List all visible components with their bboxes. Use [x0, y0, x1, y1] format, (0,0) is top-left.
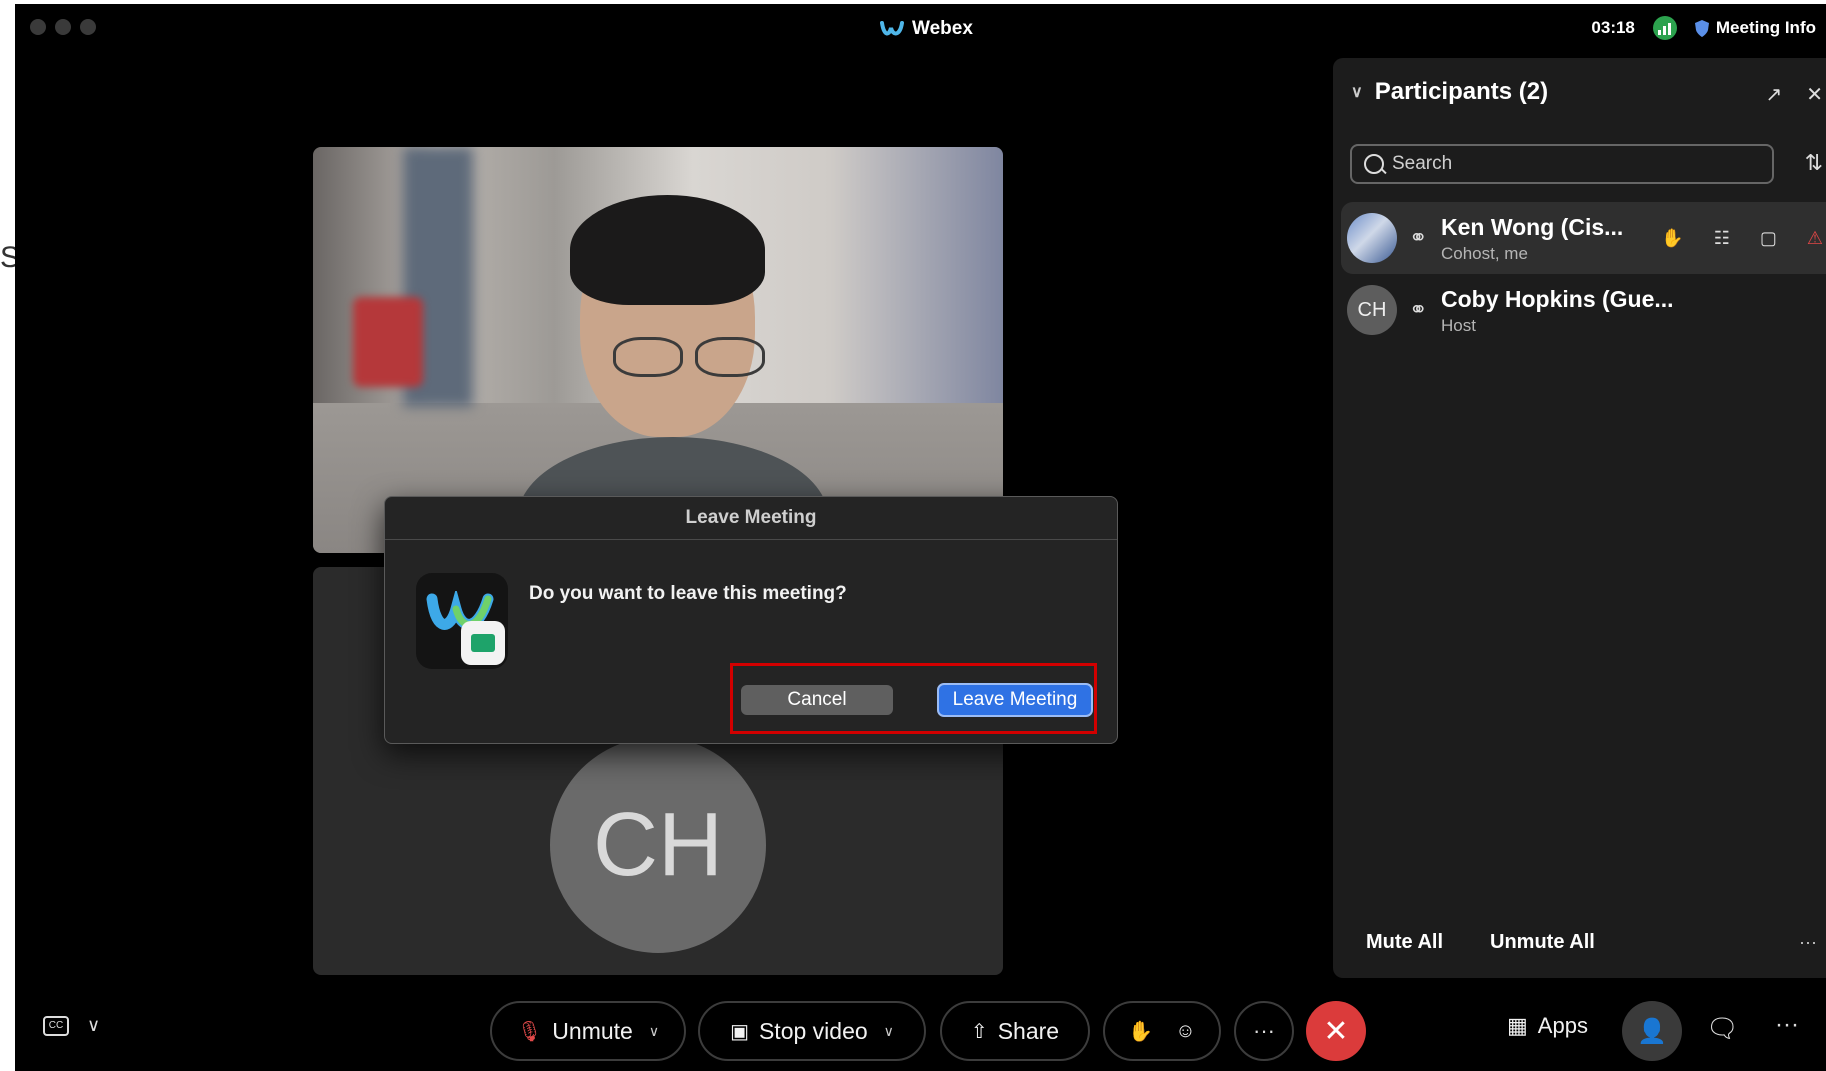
avatar	[1347, 213, 1397, 263]
person-list-icon: 👤	[1637, 1017, 1667, 1045]
window-title: Webex	[880, 18, 973, 40]
microphone-muted-icon: 🎙	[516, 1020, 543, 1043]
avatar: CH	[550, 737, 766, 953]
meeting-timer: 03:18	[1591, 18, 1635, 37]
captions-control[interactable]: CC ∨	[43, 1015, 100, 1036]
panel-actions: ↗ ✕	[1765, 82, 1823, 107]
video-camera-icon	[461, 621, 505, 665]
video-camera-icon[interactable]: ▢	[1760, 228, 1777, 249]
participant-role: Cohost, me	[1441, 244, 1528, 263]
search-icon	[1364, 154, 1384, 174]
stop-video-label: Stop video	[758, 1017, 868, 1044]
apps-grid-icon: ▦	[1507, 1013, 1528, 1038]
headset-icon: ⚭	[1409, 225, 1428, 250]
participants-panel: ∨ Participants (2) ↗ ✕ Search ⇅ ⚭ Ken Wo…	[1333, 58, 1826, 978]
panel-footer: Mute All Unmute All ···	[1333, 922, 1826, 962]
participant-controls: ✋ ☷ ▢ ⚠	[1661, 228, 1823, 249]
participant-name: Coby Hopkins (Gue...	[1441, 286, 1674, 312]
top-right-status: 03:18 Meeting Info	[1591, 16, 1816, 40]
video-tile-self[interactable]	[313, 147, 1003, 553]
share-button[interactable]: ⇧ Share	[940, 1001, 1090, 1061]
share-screen-icon: ⇧	[970, 1020, 988, 1043]
webex-logo-icon	[880, 21, 904, 36]
zoom-window-dot[interactable]	[80, 19, 96, 35]
id-card-icon[interactable]: ☷	[1714, 228, 1730, 249]
unmute-label: Unmute	[552, 1017, 633, 1044]
window-controls[interactable]	[30, 19, 96, 35]
close-window-dot[interactable]	[30, 19, 46, 35]
chevron-down-icon[interactable]: ∨	[87, 1015, 100, 1036]
share-label: Share	[997, 1017, 1060, 1044]
app-title: Webex	[912, 18, 973, 39]
panel-title: Participants (2)	[1374, 78, 1549, 105]
leave-meeting-button[interactable]: Leave Meeting	[937, 683, 1093, 717]
dialog-message: Do you want to leave this meeting?	[529, 583, 847, 604]
list-item[interactable]: CH ⚭ Coby Hopkins (Gue... Host	[1333, 274, 1826, 346]
cancel-button[interactable]: Cancel	[741, 685, 893, 715]
meeting-toolbar: CC ∨ 🎙 Unmute ∨ ▣ Stop video ∨ ⇧ Share ✋…	[15, 991, 1826, 1071]
leave-meeting-dialog: Leave Meeting Do you want to leave this …	[384, 496, 1118, 744]
video-camera-icon: ▣	[730, 1020, 749, 1043]
chevron-down-icon[interactable]: ∨	[884, 1023, 894, 1040]
apps-button[interactable]: ▦ Apps	[1507, 1013, 1588, 1039]
stop-video-button[interactable]: ▣ Stop video ∨	[698, 1001, 926, 1061]
person-hair	[570, 195, 765, 305]
webex-window: Webex 03:18 Meeting Info CH Leave Meetin…	[15, 4, 1826, 1071]
participant-role: Host	[1441, 316, 1476, 335]
participant-name: Ken Wong (Cis...	[1441, 214, 1624, 240]
apps-label: Apps	[1537, 1013, 1588, 1038]
more-options-button[interactable]: ···	[1234, 1001, 1294, 1061]
smile-plus-icon[interactable]: ☺	[1175, 1020, 1195, 1043]
panel-header[interactable]: ∨ Participants (2)	[1351, 78, 1548, 106]
hand-icon[interactable]: ✋	[1128, 1019, 1153, 1044]
webex-app-icon	[416, 573, 508, 669]
microphone-muted-icon[interactable]: ⚠	[1807, 228, 1823, 249]
edge-text-fragment: S	[0, 241, 15, 274]
minimize-window-dot[interactable]	[55, 19, 71, 35]
search-placeholder: Search	[1392, 153, 1453, 174]
reactions-group: ✋ ☺	[1103, 1001, 1221, 1061]
participants-toggle-button[interactable]: 👤	[1622, 1001, 1682, 1061]
list-item[interactable]: ⚭ Ken Wong (Cis... Cohost, me ✋ ☷ ▢ ⚠	[1341, 202, 1826, 274]
person-glasses	[613, 337, 773, 377]
avatar: CH	[1347, 285, 1397, 335]
shield-icon	[1694, 19, 1709, 37]
more-options-icon[interactable]: ···	[1799, 932, 1817, 953]
closed-captions-icon[interactable]: CC	[43, 1015, 69, 1036]
close-icon[interactable]: ✕	[1806, 82, 1823, 107]
network-signal-icon[interactable]	[1652, 16, 1677, 40]
chevron-down-icon[interactable]: ∨	[1351, 82, 1363, 102]
chevron-down-icon[interactable]: ∨	[649, 1023, 659, 1040]
chat-bubble-icon[interactable]: 🗨	[1706, 1013, 1739, 1044]
mute-all-button[interactable]: Mute All	[1366, 931, 1443, 954]
meeting-info-button[interactable]: Meeting Info	[1694, 18, 1816, 38]
more-options-icon[interactable]: ···	[1775, 1011, 1799, 1039]
video-background-chair	[353, 297, 423, 387]
search-input[interactable]: Search	[1350, 144, 1774, 184]
meeting-info-label: Meeting Info	[1715, 18, 1816, 37]
hand-icon[interactable]: ✋	[1661, 228, 1683, 249]
sort-icon[interactable]: ⇅	[1805, 150, 1823, 176]
pop-out-icon[interactable]: ↗	[1765, 82, 1782, 107]
unmute-button[interactable]: 🎙 Unmute ∨	[490, 1001, 686, 1061]
dialog-title: Leave Meeting	[385, 497, 1117, 540]
end-meeting-button[interactable]: ✕	[1306, 1001, 1366, 1061]
headset-icon: ⚭	[1409, 297, 1428, 322]
unmute-all-button[interactable]: Unmute All	[1490, 931, 1595, 954]
